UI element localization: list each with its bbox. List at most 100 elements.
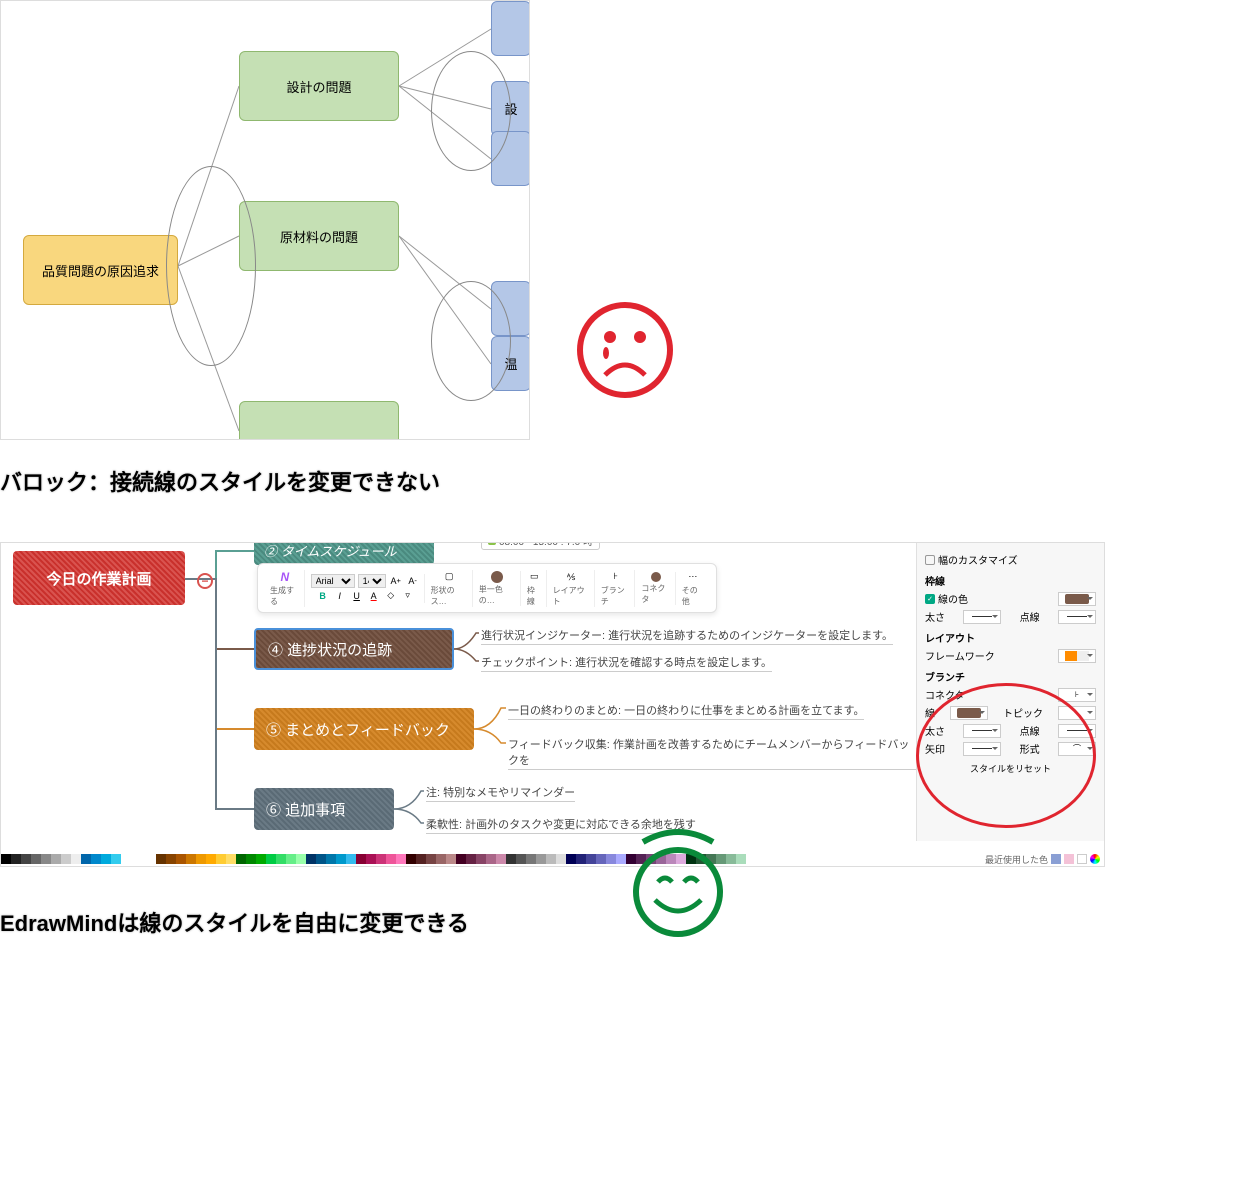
tb-layout-label: レイアウト xyxy=(553,585,590,607)
sp-format-select[interactable]: ⌒ xyxy=(1058,742,1096,756)
tb-fill-label: 単一色の… xyxy=(479,584,516,606)
tb-border-group: ▭ 枠線 xyxy=(523,570,547,607)
color-wheel-icon[interactable] xyxy=(1090,854,1100,864)
font-increase-icon[interactable]: A+ xyxy=(389,574,403,588)
child-node-1-label: 設計の問題 xyxy=(286,77,351,96)
sp-connector-select[interactable]: ⊦ xyxy=(1058,688,1096,702)
sp-thickness2-label: 太さ xyxy=(925,723,945,738)
font-decrease-icon[interactable]: A- xyxy=(406,574,420,588)
child-node-3[interactable] xyxy=(239,401,399,440)
tb-generate-group: N 生成する xyxy=(266,570,305,607)
ai-icon[interactable]: N xyxy=(278,570,292,584)
more-icon[interactable]: ⋯ xyxy=(686,570,700,584)
child-node-2[interactable]: 原材料の問題 xyxy=(239,201,399,271)
sp-dotted-label: 点線 xyxy=(1020,609,1040,624)
node-5-summary[interactable]: ⑤ まとめとフィードバック xyxy=(254,708,474,750)
tb-generate-label: 生成する xyxy=(270,585,300,607)
underline-icon[interactable]: U xyxy=(350,589,364,603)
tb-shape-label: 形状のス… xyxy=(431,585,468,607)
sp-thickness-select[interactable] xyxy=(963,610,1001,624)
node-4-label: ④ 進捗状況の追跡 xyxy=(268,639,392,660)
tb-branch-group: ⊦ ブランチ xyxy=(597,570,636,607)
checkbox-checked-icon[interactable]: ✓ xyxy=(925,594,935,604)
node-6-additional[interactable]: ⑥ 追加事項 xyxy=(254,788,394,830)
fill-icon[interactable] xyxy=(491,571,503,583)
node-4-progress[interactable]: ④ 進捗状況の追跡 xyxy=(254,628,454,670)
sp-line-color-select[interactable] xyxy=(1058,592,1096,606)
sp-arrow-select[interactable] xyxy=(963,742,1001,756)
sp-thickness2-select[interactable] xyxy=(963,724,1001,738)
sp-topic-select[interactable] xyxy=(1058,706,1096,720)
sad-face-icon xyxy=(570,295,680,405)
sp-width-label: 幅のカスタマイズ xyxy=(938,552,1018,567)
sp-connector-label: コネクタ xyxy=(925,687,965,702)
tb-fill-group: 単一色の… xyxy=(475,571,521,606)
branch-icon[interactable]: ⊦ xyxy=(609,570,623,584)
child-node-1[interactable]: 設計の問題 xyxy=(239,51,399,121)
sp-line-color-label: 線の色 xyxy=(938,591,968,606)
checkbox-empty-icon[interactable] xyxy=(925,555,935,565)
top-diagram: 品質問題の原因追求 設計の問題 原材料の問題 設 温 xyxy=(0,0,530,440)
border-icon[interactable]: ▭ xyxy=(527,570,541,584)
color-cells-left[interactable] xyxy=(1,854,121,864)
sub-5b[interactable]: フィードバック収集: 作業計画を改善するためにチームメンバーからフィードバックを xyxy=(508,735,916,770)
sp-framework-select[interactable] xyxy=(1058,649,1096,663)
side-panel: 幅のカスタマイズ 枠線 ✓線の色 太さ 点線 レイアウト フレームワーク ブラン… xyxy=(916,543,1104,841)
canvas-area[interactable]: 今日の作業計画 − ② タイムスケジュール 08:00 - 15:00 : 7.… xyxy=(1,543,916,841)
tb-border-label: 枠線 xyxy=(527,585,542,607)
clear-format-icon[interactable]: ◇ xyxy=(384,589,398,603)
time-pill[interactable]: 08:00 - 15:00 : 7.0 時 xyxy=(481,542,600,550)
sub-4a[interactable]: 進行状況インジケーター: 進行状況を追跡するためのインジケーターを設定します。 xyxy=(481,626,893,645)
sp-width-custom[interactable]: 幅のカスタマイズ xyxy=(925,552,1096,567)
sub-6a[interactable]: 注: 特別なメモやリマインダー xyxy=(426,783,575,802)
time-label: 08:00 - 15:00 : 7.0 時 xyxy=(499,542,593,548)
layout-icon[interactable]: ⅍ xyxy=(564,570,578,584)
caption-1: バロック：接続線のスタイルを変更できない xyxy=(0,465,1258,497)
root-node-today-plan[interactable]: 今日の作業計画 xyxy=(13,551,185,605)
sp-line-label: 線 xyxy=(925,705,935,720)
tb-shape-group: ▢ 形状のス… xyxy=(427,570,473,607)
sp-thickness-label: 太さ xyxy=(925,609,945,624)
group-ellipse-3 xyxy=(431,281,511,401)
tb-other-label: その他 xyxy=(682,585,704,607)
sub-5a[interactable]: 一日の終わりのまとめ: 一日の終わりに仕事をまとめる計画を立てます。 xyxy=(508,701,864,720)
color-strip: 最近使用した色 xyxy=(1,852,1104,866)
tb-connector-group: コネクタ xyxy=(637,572,675,605)
recent-colors: 最近使用した色 xyxy=(985,853,1104,866)
sp-reset-button[interactable]: スタイルをリセット xyxy=(925,762,1096,775)
bold-icon[interactable]: B xyxy=(316,589,330,603)
sub-4b[interactable]: チェックポイント: 進行状況を確認する時点を設定します。 xyxy=(481,653,772,672)
sp-framework-label: フレームワーク xyxy=(925,648,995,663)
recent-label-text: 最近使用した色 xyxy=(985,853,1048,866)
root-node[interactable]: 品質問題の原因追求 xyxy=(23,235,178,305)
sp-border-section: 枠線 xyxy=(925,573,1096,588)
node-5-label: ⑤ まとめとフィードバック xyxy=(266,719,450,740)
recent-swatch-1[interactable] xyxy=(1051,854,1061,864)
node-2-schedule[interactable]: ② タイムスケジュール xyxy=(254,542,434,565)
sp-dotted2-select[interactable] xyxy=(1058,724,1096,738)
recent-swatch-2[interactable] xyxy=(1064,854,1074,864)
node-6-label: ⑥ 追加事項 xyxy=(266,799,345,820)
connector-icon[interactable] xyxy=(651,572,661,582)
more-format-icon[interactable]: ▿ xyxy=(401,589,415,603)
sp-branch-section: ブランチ xyxy=(925,669,1096,684)
tb-connector-label: コネクタ xyxy=(641,583,670,605)
sp-format-label: 形式 xyxy=(1020,741,1040,756)
collapse-icon[interactable]: − xyxy=(197,573,213,589)
font-select[interactable]: Arial xyxy=(311,574,355,588)
size-select[interactable]: 14 xyxy=(358,574,386,588)
recent-swatch-3[interactable] xyxy=(1077,854,1087,864)
sp-topic-label: トピック xyxy=(1003,705,1043,720)
font-color-icon[interactable]: A xyxy=(367,589,381,603)
node-2-label: ② タイムスケジュール xyxy=(264,542,396,560)
sp-layout-section: レイアウト xyxy=(925,630,1096,645)
sp-line-select[interactable] xyxy=(950,706,988,720)
sp-dotted2-label: 点線 xyxy=(1020,723,1040,738)
sp-dotted-select[interactable] xyxy=(1058,610,1096,624)
child-node-2-label: 原材料の問題 xyxy=(280,227,358,246)
shape-icon[interactable]: ▢ xyxy=(442,570,456,584)
tb-other-group: ⋯ その他 xyxy=(678,570,708,607)
leaf-node-1[interactable] xyxy=(491,1,530,56)
sp-arrow-label: 矢印 xyxy=(925,741,945,756)
italic-icon[interactable]: I xyxy=(333,589,347,603)
